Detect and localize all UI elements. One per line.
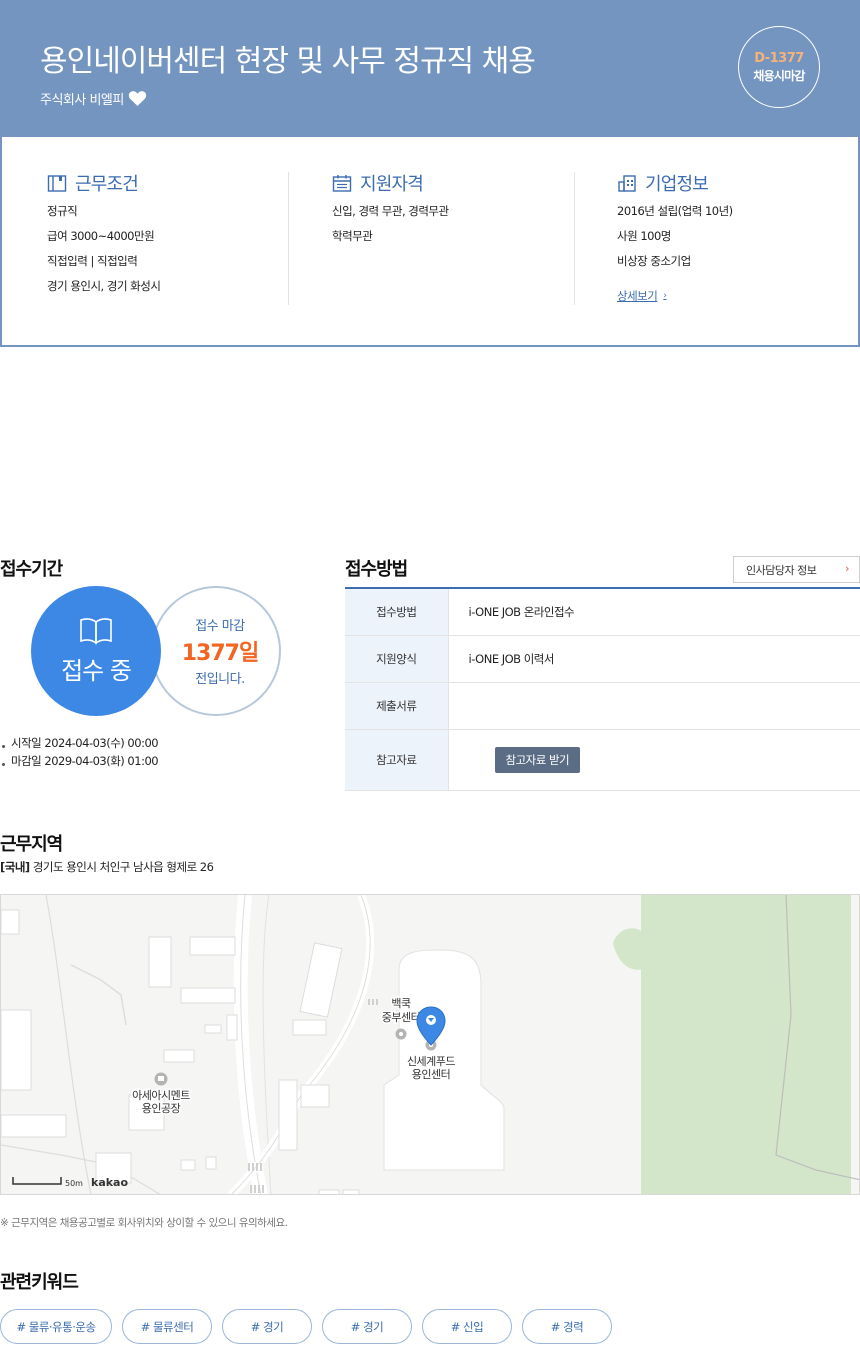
document-icon [47, 175, 67, 192]
row-value [448, 682, 860, 730]
deadline-days: 1377일 [181, 641, 259, 666]
heart-icon[interactable] [128, 90, 147, 107]
qualification-line: 학력무관 [332, 229, 373, 243]
company-info-line: 사원 100명 [617, 229, 671, 243]
hr-contact-button[interactable]: 인사담당자 정보 › [733, 556, 860, 583]
dday-label: 채용시마감 [753, 68, 805, 83]
keyword-tag[interactable]: # 경기 [222, 1309, 312, 1344]
location-note: ※ 근무지역은 채용공고별로 회사위치와 상이할 수 있으니 유의하세요. [0, 1217, 288, 1229]
row-value: 참고자료 받기 [448, 729, 860, 791]
period-dates: 시작일 2024-04-03(수) 00:00 마감일 2029-04-03(화… [0, 734, 159, 770]
company-name-row: 주식회사 비엘피 [40, 89, 147, 108]
end-date: 마감일 2029-04-03(화) 01:00 [0, 752, 159, 770]
job-header: 용인네이버센터 현장 및 사무 정규직 채용 주식회사 비엘피 D-1377 채… [0, 0, 860, 137]
condition-line: 경기 용인시, 경기 화성시 [47, 279, 161, 293]
dday-count: D-1377 [754, 50, 804, 66]
job-title: 용인네이버센터 현장 및 사무 정규직 채용 [40, 44, 536, 79]
keyword-tag[interactable]: # 신입 [422, 1309, 512, 1344]
keyword-tag[interactable]: # 물류센터 [122, 1309, 212, 1344]
chevron-right-icon: › [663, 291, 667, 301]
keyword-tag[interactable]: # 경기 [322, 1309, 412, 1344]
keyword-tag[interactable]: # 물류·유통·운송 [0, 1309, 112, 1344]
chevron-right-icon: › [845, 562, 849, 575]
row-label: 지원양식 [345, 635, 449, 683]
deadline-circle: 접수 마감 1377일 전입니다. [151, 586, 281, 716]
company-name[interactable]: 주식회사 비엘피 [40, 89, 124, 108]
location-map[interactable]: 백쿡 중부센터 신세계푸드 용인센터 아세아시멘트 용인공장 50m kakao [0, 894, 860, 1195]
download-reference-button[interactable]: 참고자료 받기 [494, 746, 581, 773]
table-row: 지원양식 i-ONE JOB 이력서 [345, 635, 860, 683]
application-status: 접수 중 [61, 656, 132, 685]
map-label-poi3: 용인공장 [142, 1102, 181, 1115]
period-title: 접수기간 [0, 559, 63, 580]
row-value: i-ONE JOB 온라인접수 [448, 588, 860, 636]
location-title: 근무지역 [0, 834, 63, 855]
company-info-line: 비상장 중소기업 [617, 254, 691, 268]
book-icon [80, 617, 112, 645]
building-icon [618, 175, 636, 192]
qualifications-title: 지원자격 [360, 174, 424, 195]
map-label-poi3: 아세아시멘트 [132, 1089, 190, 1102]
end-date-text: 마감일 2029-04-03(화) 01:00 [11, 754, 159, 768]
row-value: i-ONE JOB 이력서 [448, 635, 860, 683]
row-label: 참고자료 [345, 729, 449, 791]
work-conditions-title: 근무조건 [75, 174, 139, 195]
deadline-suffix: 전입니다. [195, 672, 245, 687]
row-label: 접수방법 [345, 588, 449, 636]
calendar-icon [332, 175, 352, 192]
method-table: 접수방법 i-ONE JOB 온라인접수 지원양식 i-ONE JOB 이력서 … [345, 587, 860, 791]
dday-badge: D-1377 채용시마감 [738, 26, 820, 108]
map-label-poi1: 백쿡 [391, 997, 411, 1010]
address-text: 경기도 용인시 처인구 남사읍 형제로 26 [32, 860, 214, 874]
keywords-title: 관련키워드 [0, 1272, 79, 1293]
region-tag: [국내] [0, 860, 30, 874]
start-date: 시작일 2024-04-03(수) 00:00 [0, 734, 159, 752]
map-brand-logo: kakao [91, 1176, 128, 1189]
condition-line: 정규직 [47, 204, 78, 218]
status-circle: 접수 중 [31, 586, 161, 716]
table-row: 참고자료 참고자료 받기 [345, 729, 860, 791]
hr-contact-label: 인사담당자 정보 [746, 563, 817, 577]
row-label: 제출서류 [345, 682, 449, 730]
condition-line: 급여 3000~4000만원 [47, 229, 155, 243]
work-conditions: 근무조건 정규직 급여 3000~4000만원 직접입력 | 직접입력 경기 용… [47, 172, 289, 305]
map-label-poi1: 중부센터 [382, 1011, 420, 1024]
table-row: 접수방법 i-ONE JOB 온라인접수 [345, 588, 860, 636]
company-info: 기업정보 2016년 설립(업력 10년) 사원 100명 비상장 중소기업 상… [617, 172, 847, 305]
company-detail-label: 상세보기 [617, 289, 658, 303]
company-detail-link[interactable]: 상세보기 › [617, 288, 667, 304]
company-info-line: 2016년 설립(업력 10년) [617, 204, 733, 218]
company-info-title: 기업정보 [645, 174, 709, 195]
map-label-poi2: 용인센터 [412, 1068, 450, 1081]
method-title: 접수방법 [345, 559, 408, 580]
table-row: 제출서류 [345, 682, 860, 730]
deadline-label: 접수 마감 [195, 619, 245, 634]
start-date-text: 시작일 2024-04-03(수) 00:00 [11, 736, 159, 750]
map-scale: 50m [65, 1179, 83, 1188]
qualification-line: 신입, 경력 무관, 경력무관 [332, 204, 449, 218]
condition-line: 직접입력 | 직접입력 [47, 254, 138, 268]
work-address: [국내] 경기도 용인시 처인구 남사읍 형제로 26 [0, 859, 214, 875]
qualifications: 지원자격 신입, 경력 무관, 경력무관 학력무관 [332, 172, 575, 305]
job-summary: 근무조건 정규직 급여 3000~4000만원 직접입력 | 직접입력 경기 용… [0, 137, 860, 347]
map-label-poi2: 신세계푸드 [407, 1055, 455, 1068]
keyword-tag[interactable]: # 경력 [522, 1309, 612, 1344]
keyword-list: # 물류·유통·운송 # 물류센터 # 경기 # 경기 # 신입 # 경력 [0, 1309, 622, 1344]
